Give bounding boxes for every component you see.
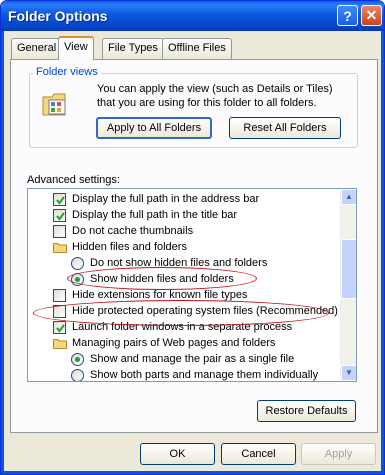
item-label: Hidden files and folders	[72, 241, 187, 253]
restore-defaults-button[interactable]: Restore Defaults	[257, 400, 356, 422]
item-label: Display the full path in the title bar	[72, 209, 238, 221]
scroll-up-arrow-icon[interactable]: ▲	[341, 189, 356, 205]
folder-icon	[53, 243, 67, 253]
checkbox-unchecked[interactable]	[53, 289, 66, 302]
advanced-settings-label: Advanced settings:	[27, 174, 120, 186]
close-icon: ✕	[365, 7, 378, 23]
checkbox-checked[interactable]	[53, 193, 66, 206]
reset-all-folders-button[interactable]: Reset All Folders	[229, 117, 341, 139]
vertical-scrollbar[interactable]: ▲ ▼	[340, 189, 356, 381]
item-label: Do not cache thumbnails	[72, 225, 194, 237]
folder-options-dialog: Folder Options ? ✕ General View File Typ…	[0, 0, 385, 475]
apply-to-all-folders-button[interactable]: Apply to All Folders	[96, 117, 212, 139]
scrollbar-thumb[interactable]	[341, 239, 356, 299]
item-label: Show both parts and manage them individu…	[90, 369, 319, 381]
radio-selected[interactable]	[71, 353, 84, 366]
folder-icon	[53, 339, 67, 349]
highlight-ellipse-show-hidden	[67, 267, 257, 290]
ok-button[interactable]: OK	[140, 443, 215, 465]
close-button[interactable]: ✕	[361, 5, 382, 26]
tab-label: File Types	[108, 42, 158, 54]
radio-unselected[interactable]	[71, 369, 84, 381]
folder-views-icon	[41, 89, 71, 119]
window-frame-right	[381, 31, 384, 474]
checkbox-checked[interactable]	[53, 321, 66, 334]
window-title: Folder Options	[8, 8, 108, 24]
button-label: Reset All Folders	[243, 122, 327, 134]
radio-unselected[interactable]	[71, 257, 84, 270]
button-label: OK	[169, 448, 186, 460]
button-label: Apply to All Folders	[106, 122, 202, 134]
checkbox-unchecked[interactable]	[53, 225, 66, 238]
button-label: Cancel	[241, 448, 276, 460]
folder-views-description: You can apply the view (such as Details …	[97, 83, 333, 109]
checkbox-checked[interactable]	[53, 209, 66, 222]
window-frame-left	[1, 31, 4, 474]
tab-label: Offline Files	[168, 42, 226, 54]
window-frame-bottom	[1, 471, 384, 474]
tab-label: View	[64, 41, 88, 53]
tab-file-types[interactable]: File Types	[102, 38, 164, 59]
button-label: Apply	[324, 448, 353, 460]
tab-label: General	[17, 42, 57, 54]
tab-general[interactable]: General	[11, 38, 63, 59]
apply-button[interactable]: Apply	[301, 443, 376, 465]
tab-offline-files[interactable]: Offline Files	[162, 38, 232, 59]
title-bar[interactable]: Folder Options ? ✕	[1, 1, 384, 31]
scroll-down-arrow-icon[interactable]: ▼	[341, 365, 356, 381]
highlight-ellipse-protected-files	[33, 300, 329, 326]
help-icon: ?	[343, 7, 352, 24]
item-label: Show and manage the pair as a single fil…	[90, 353, 295, 365]
folder-views-legend: Folder views	[33, 66, 101, 78]
cancel-button[interactable]: Cancel	[221, 443, 296, 465]
item-label: Display the full path in the address bar	[72, 193, 260, 205]
tab-view[interactable]: View	[58, 36, 94, 60]
help-button[interactable]: ?	[337, 5, 358, 26]
item-label: Managing pairs of Web pages and folders	[72, 337, 276, 349]
button-label: Restore Defaults	[265, 405, 348, 417]
